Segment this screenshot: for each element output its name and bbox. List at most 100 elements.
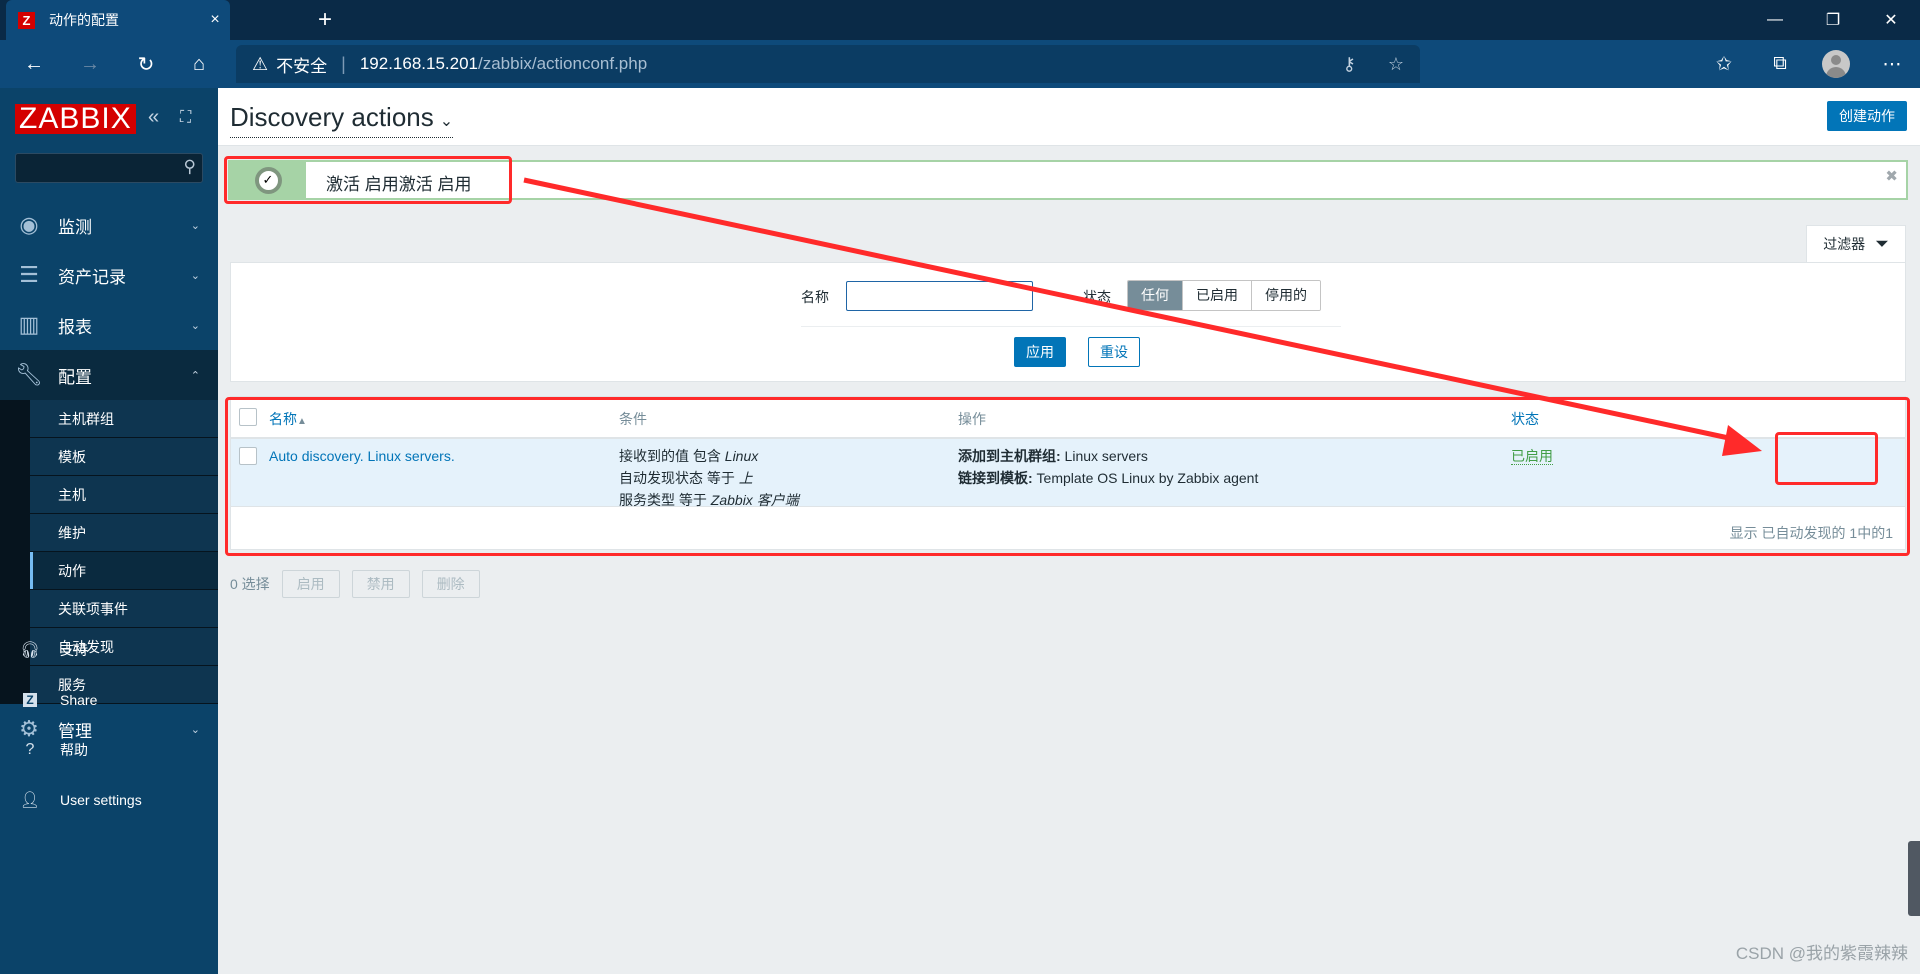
reset-filter-button[interactable]: 重设 (1088, 337, 1140, 367)
refresh-icon[interactable]: ↻ (130, 48, 162, 80)
action-name-link[interactable]: Auto discovery. Linux servers. (269, 448, 455, 464)
sidebar: ZABBIX « ⛶ ⚲ ◉ 监测 ⌄ ☰ 资产记录 ⌄ ▥ 报表 ⌄ 🔧︎ 配… (0, 88, 218, 974)
operation-line: 添加到主机群组: Linux servers (958, 448, 1148, 464)
submenu-item-event-correlation[interactable]: 关联项事件 (30, 590, 218, 628)
status-toggle-link[interactable]: 已启用 (1511, 448, 1553, 465)
wrench-icon: 🔧︎ (15, 362, 43, 387)
zabbix-logo[interactable]: ZABBIX (15, 104, 136, 134)
filter-panel: 名称 状态 任何 已启用 停用的 应用 重设 (230, 262, 1906, 382)
submenu-item-hosts[interactable]: 主机 (30, 476, 218, 514)
close-message-icon[interactable]: ✖ (1885, 167, 1898, 185)
page-title-dropdown[interactable]: Discovery actions ⌄ (230, 102, 454, 138)
message-icon-area: ✓ (230, 162, 306, 198)
window-close-button[interactable]: ✕ (1862, 0, 1920, 40)
filter-tab-label: 过滤器 (1823, 236, 1866, 252)
create-action-button[interactable]: 创建动作 (1827, 101, 1907, 131)
link-label: User settings (60, 792, 142, 808)
table-footer-count: 显示 已自动发现的 1中的1 (1729, 525, 1893, 541)
apply-filter-button[interactable]: 应用 (1014, 337, 1066, 367)
zabbix-favicon-icon: Z (18, 11, 35, 29)
delete-selected-button[interactable]: 删除 (421, 570, 480, 598)
column-header-name[interactable]: 名称▲ (269, 409, 307, 429)
column-header-status[interactable]: 状态 (1511, 409, 1539, 429)
bar-chart-icon: ▥ (18, 312, 40, 337)
filter-tab[interactable]: 过滤器 ⏷ (1806, 225, 1906, 262)
chevron-up-icon: ⌃ (190, 369, 200, 382)
enable-selected-button[interactable]: 启用 (281, 570, 340, 598)
message-text: 激活 启用激活 启用 (326, 175, 472, 194)
back-icon[interactable]: ← (18, 48, 50, 80)
key-icon[interactable]: ⚷ (1343, 54, 1356, 75)
close-tab-icon[interactable]: × (200, 11, 230, 29)
filter-divider (801, 326, 1341, 327)
url-host: 192.168.15.201 (359, 54, 478, 73)
new-tab-button[interactable]: + (318, 6, 332, 34)
profile-avatar[interactable] (1822, 50, 1850, 78)
status-filter-label: 状态 (1083, 289, 1111, 305)
status-filter-segmented: 任何 已启用 停用的 (1127, 280, 1321, 311)
menu-label: 报表 (58, 317, 92, 337)
page-header: Discovery actions ⌄ 创建动作 (218, 88, 1920, 146)
menu-item-reports[interactable]: ▥ 报表 ⌄ (0, 300, 218, 350)
volume-indicator (1908, 841, 1920, 916)
menu-label: 资产记录 (58, 267, 126, 287)
submenu-item-host-groups[interactable]: 主机群组 (30, 400, 218, 438)
add-favorite-icon[interactable]: ☆ (1388, 54, 1404, 75)
menu-item-configuration[interactable]: 🔧︎ 配置 ⌃ (0, 350, 218, 400)
collapse-sidebar-icon[interactable]: « (148, 106, 159, 129)
disable-selected-button[interactable]: 禁用 (351, 570, 410, 598)
link-label: 帮助 (60, 742, 88, 758)
user-icon: 👤︎ (19, 792, 41, 809)
user-settings-link[interactable]: 👤︎ User settings (0, 775, 218, 825)
operations-cell: 添加到主机群组: Linux servers 链接到模板: Template O… (958, 445, 1258, 489)
status-option-any[interactable]: 任何 (1128, 281, 1182, 310)
browser-titlebar: Z 动作的配置 × + — ❐ ✕ (0, 0, 1920, 40)
help-link[interactable]: ? 帮助 (0, 725, 218, 775)
forward-icon[interactable]: → (74, 48, 106, 80)
browser-navbar: ← → ↻ ⌂ ⚠ 不安全 | 192.168.15.201 /zabbix/a… (0, 40, 1920, 88)
address-bar[interactable]: ⚠ 不安全 | 192.168.15.201 /zabbix/actioncon… (236, 45, 1420, 83)
browser-tab[interactable]: Z 动作的配置 × (6, 0, 230, 40)
sidebar-search-input[interactable]: ⚲ (15, 153, 203, 183)
page-title: Discovery actions (230, 102, 434, 132)
filter-icon: ⏷ (1875, 234, 1889, 253)
name-filter-label: 名称 (801, 289, 829, 305)
watermark: CSDN @我的紫霞辣辣 (1735, 944, 1908, 963)
column-header-operations: 操作 (958, 411, 986, 427)
sort-asc-icon: ▲ (297, 416, 307, 427)
url-path: /zabbix/actionconf.php (478, 54, 648, 73)
selected-count: 0 选择 (230, 576, 270, 592)
share-z-icon: Z (0, 691, 60, 709)
submenu-item-templates[interactable]: 模板 (30, 438, 218, 476)
support-link[interactable]: 🎧︎ 支持 (0, 625, 218, 675)
minimize-button[interactable]: — (1746, 0, 1804, 40)
menu-item-monitoring[interactable]: ◉ 监测 ⌄ (0, 200, 218, 250)
status-option-enabled[interactable]: 已启用 (1182, 281, 1251, 310)
action-name-cell: Auto discovery. Linux servers. (269, 445, 455, 467)
table-row: Auto discovery. Linux servers. 接收到的值 包含 … (231, 439, 1905, 508)
submenu-item-actions[interactable]: 动作 (30, 552, 218, 590)
select-all-checkbox[interactable] (239, 408, 257, 426)
status-option-disabled[interactable]: 停用的 (1251, 281, 1320, 310)
menu-item-inventory[interactable]: ☰ 资产记录 ⌄ (0, 250, 218, 300)
home-icon[interactable]: ⌂ (183, 48, 215, 80)
favorites-icon[interactable]: ✩ (1696, 53, 1752, 76)
restore-button[interactable]: ❐ (1804, 0, 1862, 40)
kiosk-mode-icon[interactable]: ⛶ (180, 109, 191, 127)
row-checkbox[interactable] (239, 447, 257, 465)
condition-line: 接收到的值 包含 Linux (619, 448, 759, 464)
submenu-item-maintenance[interactable]: 维护 (30, 514, 218, 552)
main-content: Discovery actions ⌄ 创建动作 ✓ 激活 启用激活 启用 ✖ 过… (218, 88, 1920, 974)
more-icon[interactable]: ⋯ (1864, 53, 1920, 76)
share-link[interactable]: Z Share (0, 675, 218, 725)
search-icon[interactable]: ⚲ (184, 157, 196, 177)
column-name-label: 名称 (269, 411, 297, 427)
menu-label: 监测 (58, 217, 92, 237)
chevron-down-icon: ⌄ (190, 219, 200, 232)
collections-icon[interactable]: ⧉ (1752, 53, 1808, 75)
condition-line: 服务类型 等于 Zabbix 客户端 (619, 492, 799, 508)
name-filter-input[interactable] (846, 281, 1033, 311)
link-label: Share (60, 692, 98, 708)
insecure-label: 不安全 (276, 56, 328, 76)
conditions-cell: 接收到的值 包含 Linux 自动发现状态 等于 上 服务类型 等于 Zabbi… (619, 445, 799, 511)
